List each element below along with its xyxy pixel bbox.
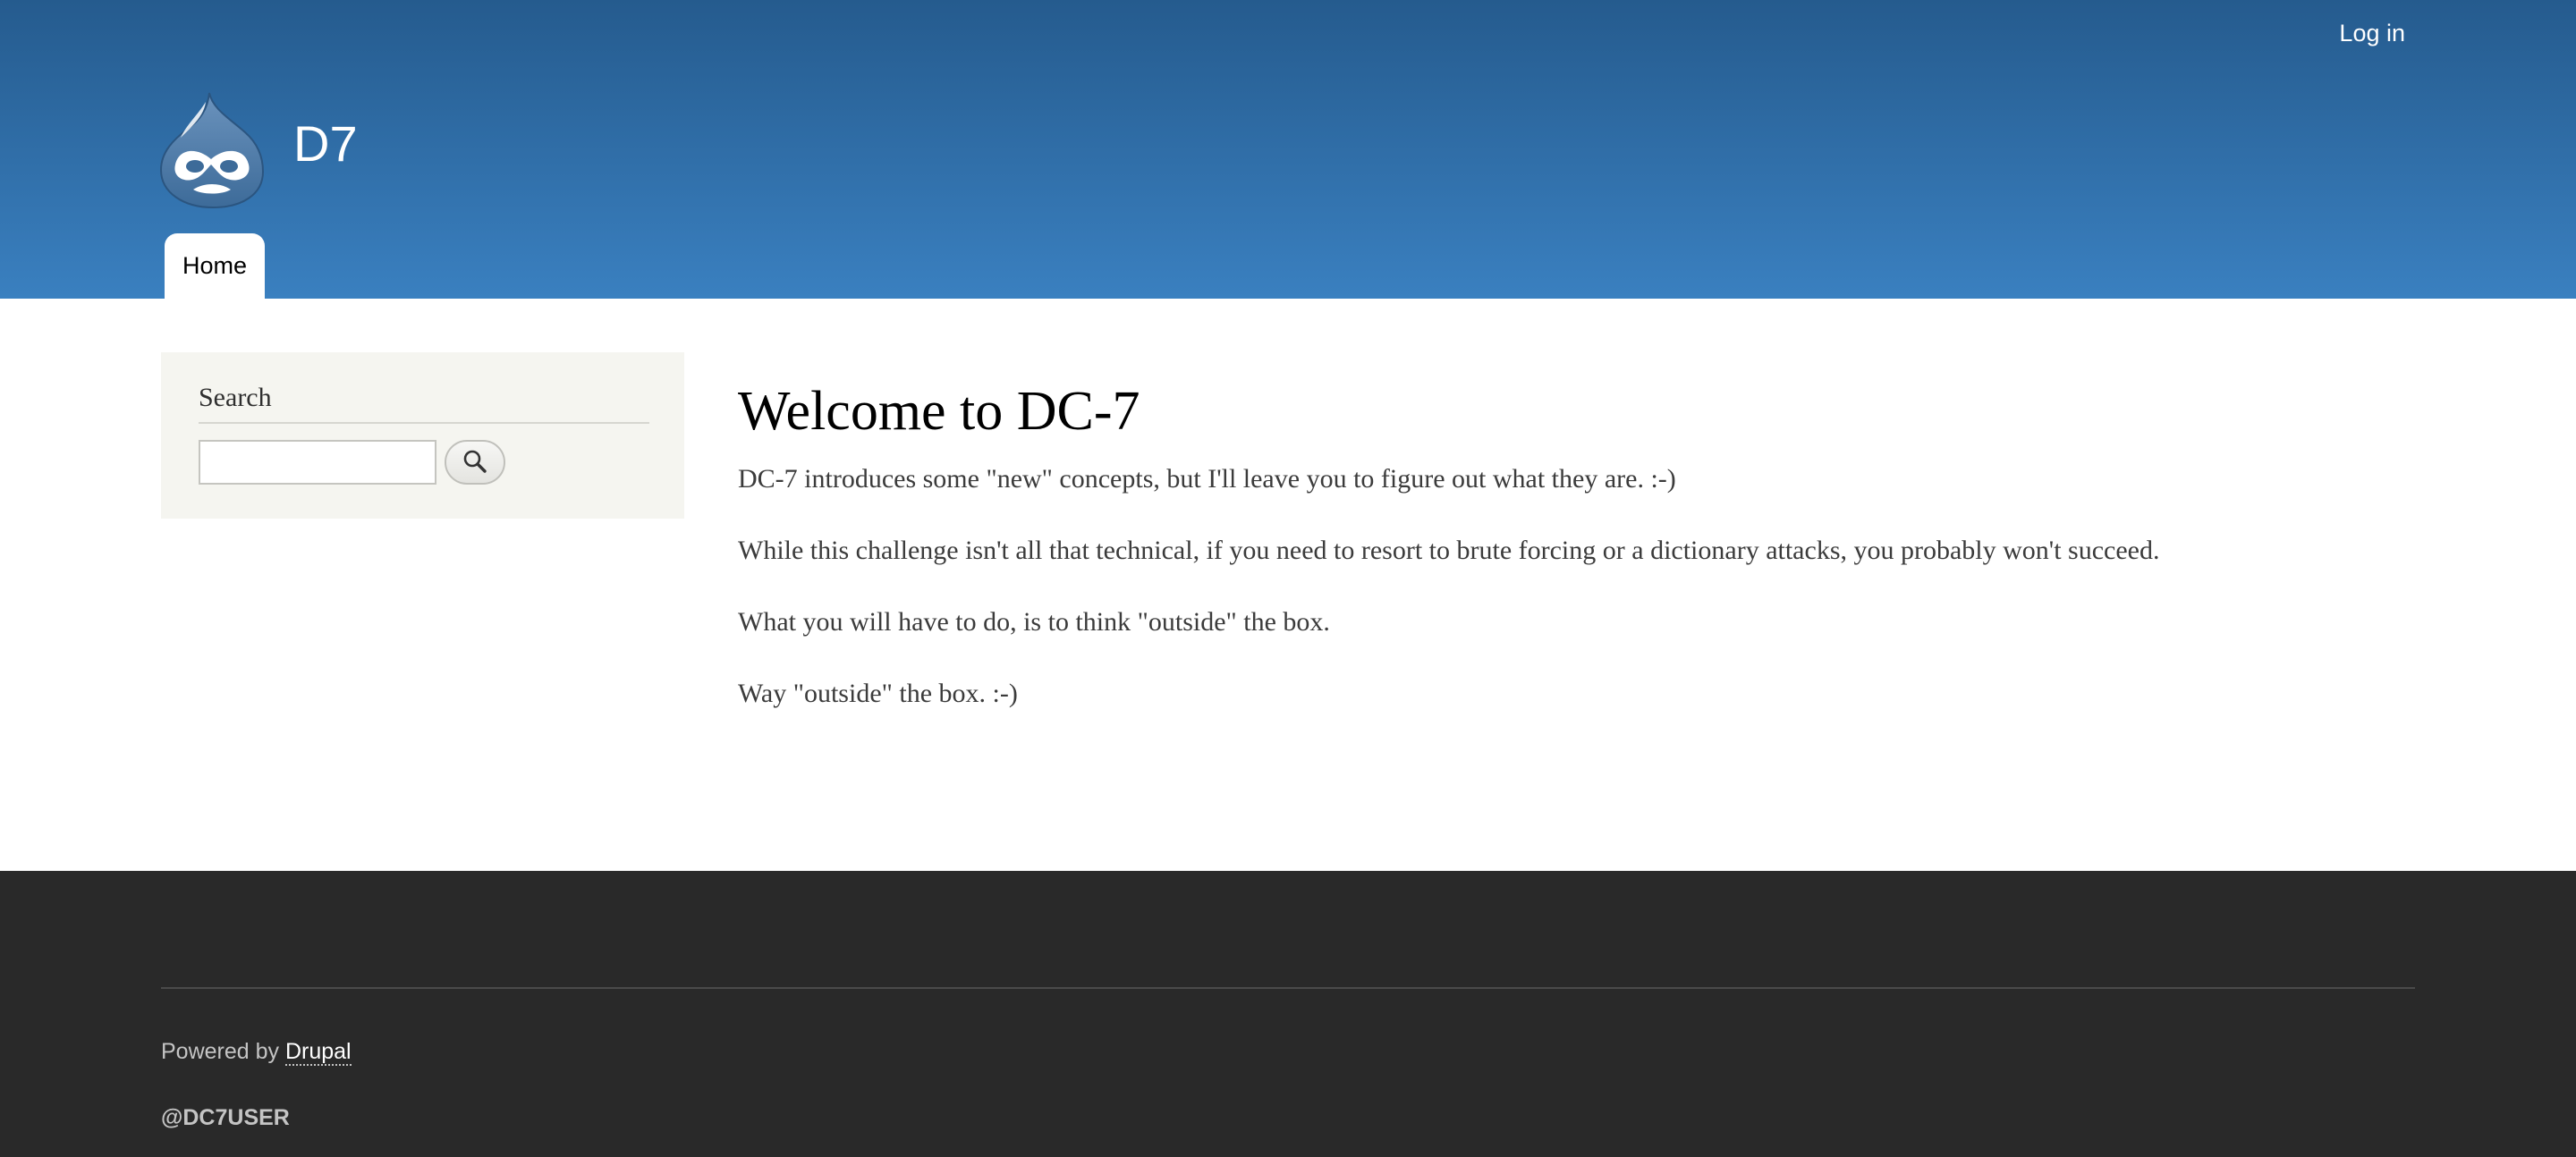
search-button[interactable]: [445, 440, 505, 485]
search-block-title: Search: [199, 383, 272, 412]
content-paragraph: What you will have to do, is to think "o…: [738, 607, 1330, 637]
site-header: Log in D7 Home: [0, 0, 2576, 299]
search-input[interactable]: [199, 440, 436, 485]
drupal-link[interactable]: Drupal: [284, 1039, 352, 1066]
page-title: Welcome to DC-7: [738, 381, 1140, 442]
content-paragraph: DC-7 introduces some "new" concepts, but…: [738, 464, 1676, 494]
powered-by-prefix: Powered by: [161, 1039, 285, 1064]
login-link[interactable]: Log in: [2339, 20, 2405, 47]
search-block: Search: [161, 352, 684, 519]
content-paragraph: While this challenge isn't all that tech…: [738, 536, 2160, 565]
footer-divider: [161, 987, 2415, 989]
magnifier-icon: [462, 448, 488, 477]
search-block-divider: [199, 422, 649, 424]
content-paragraph: Way "outside" the box. :-): [738, 679, 1018, 708]
drupal-logo-icon[interactable]: [159, 89, 265, 209]
footer-user-tag: @DC7USER: [161, 1105, 290, 1130]
tab-home[interactable]: Home: [165, 233, 265, 299]
site-name-link[interactable]: D7: [293, 113, 358, 175]
main-content: Welcome to DC-7 DC-7 introduces some "ne…: [738, 376, 2419, 708]
powered-by-text: Powered by Drupal: [161, 1039, 352, 1066]
site-footer: Powered by Drupal @DC7USER: [0, 871, 2576, 1157]
